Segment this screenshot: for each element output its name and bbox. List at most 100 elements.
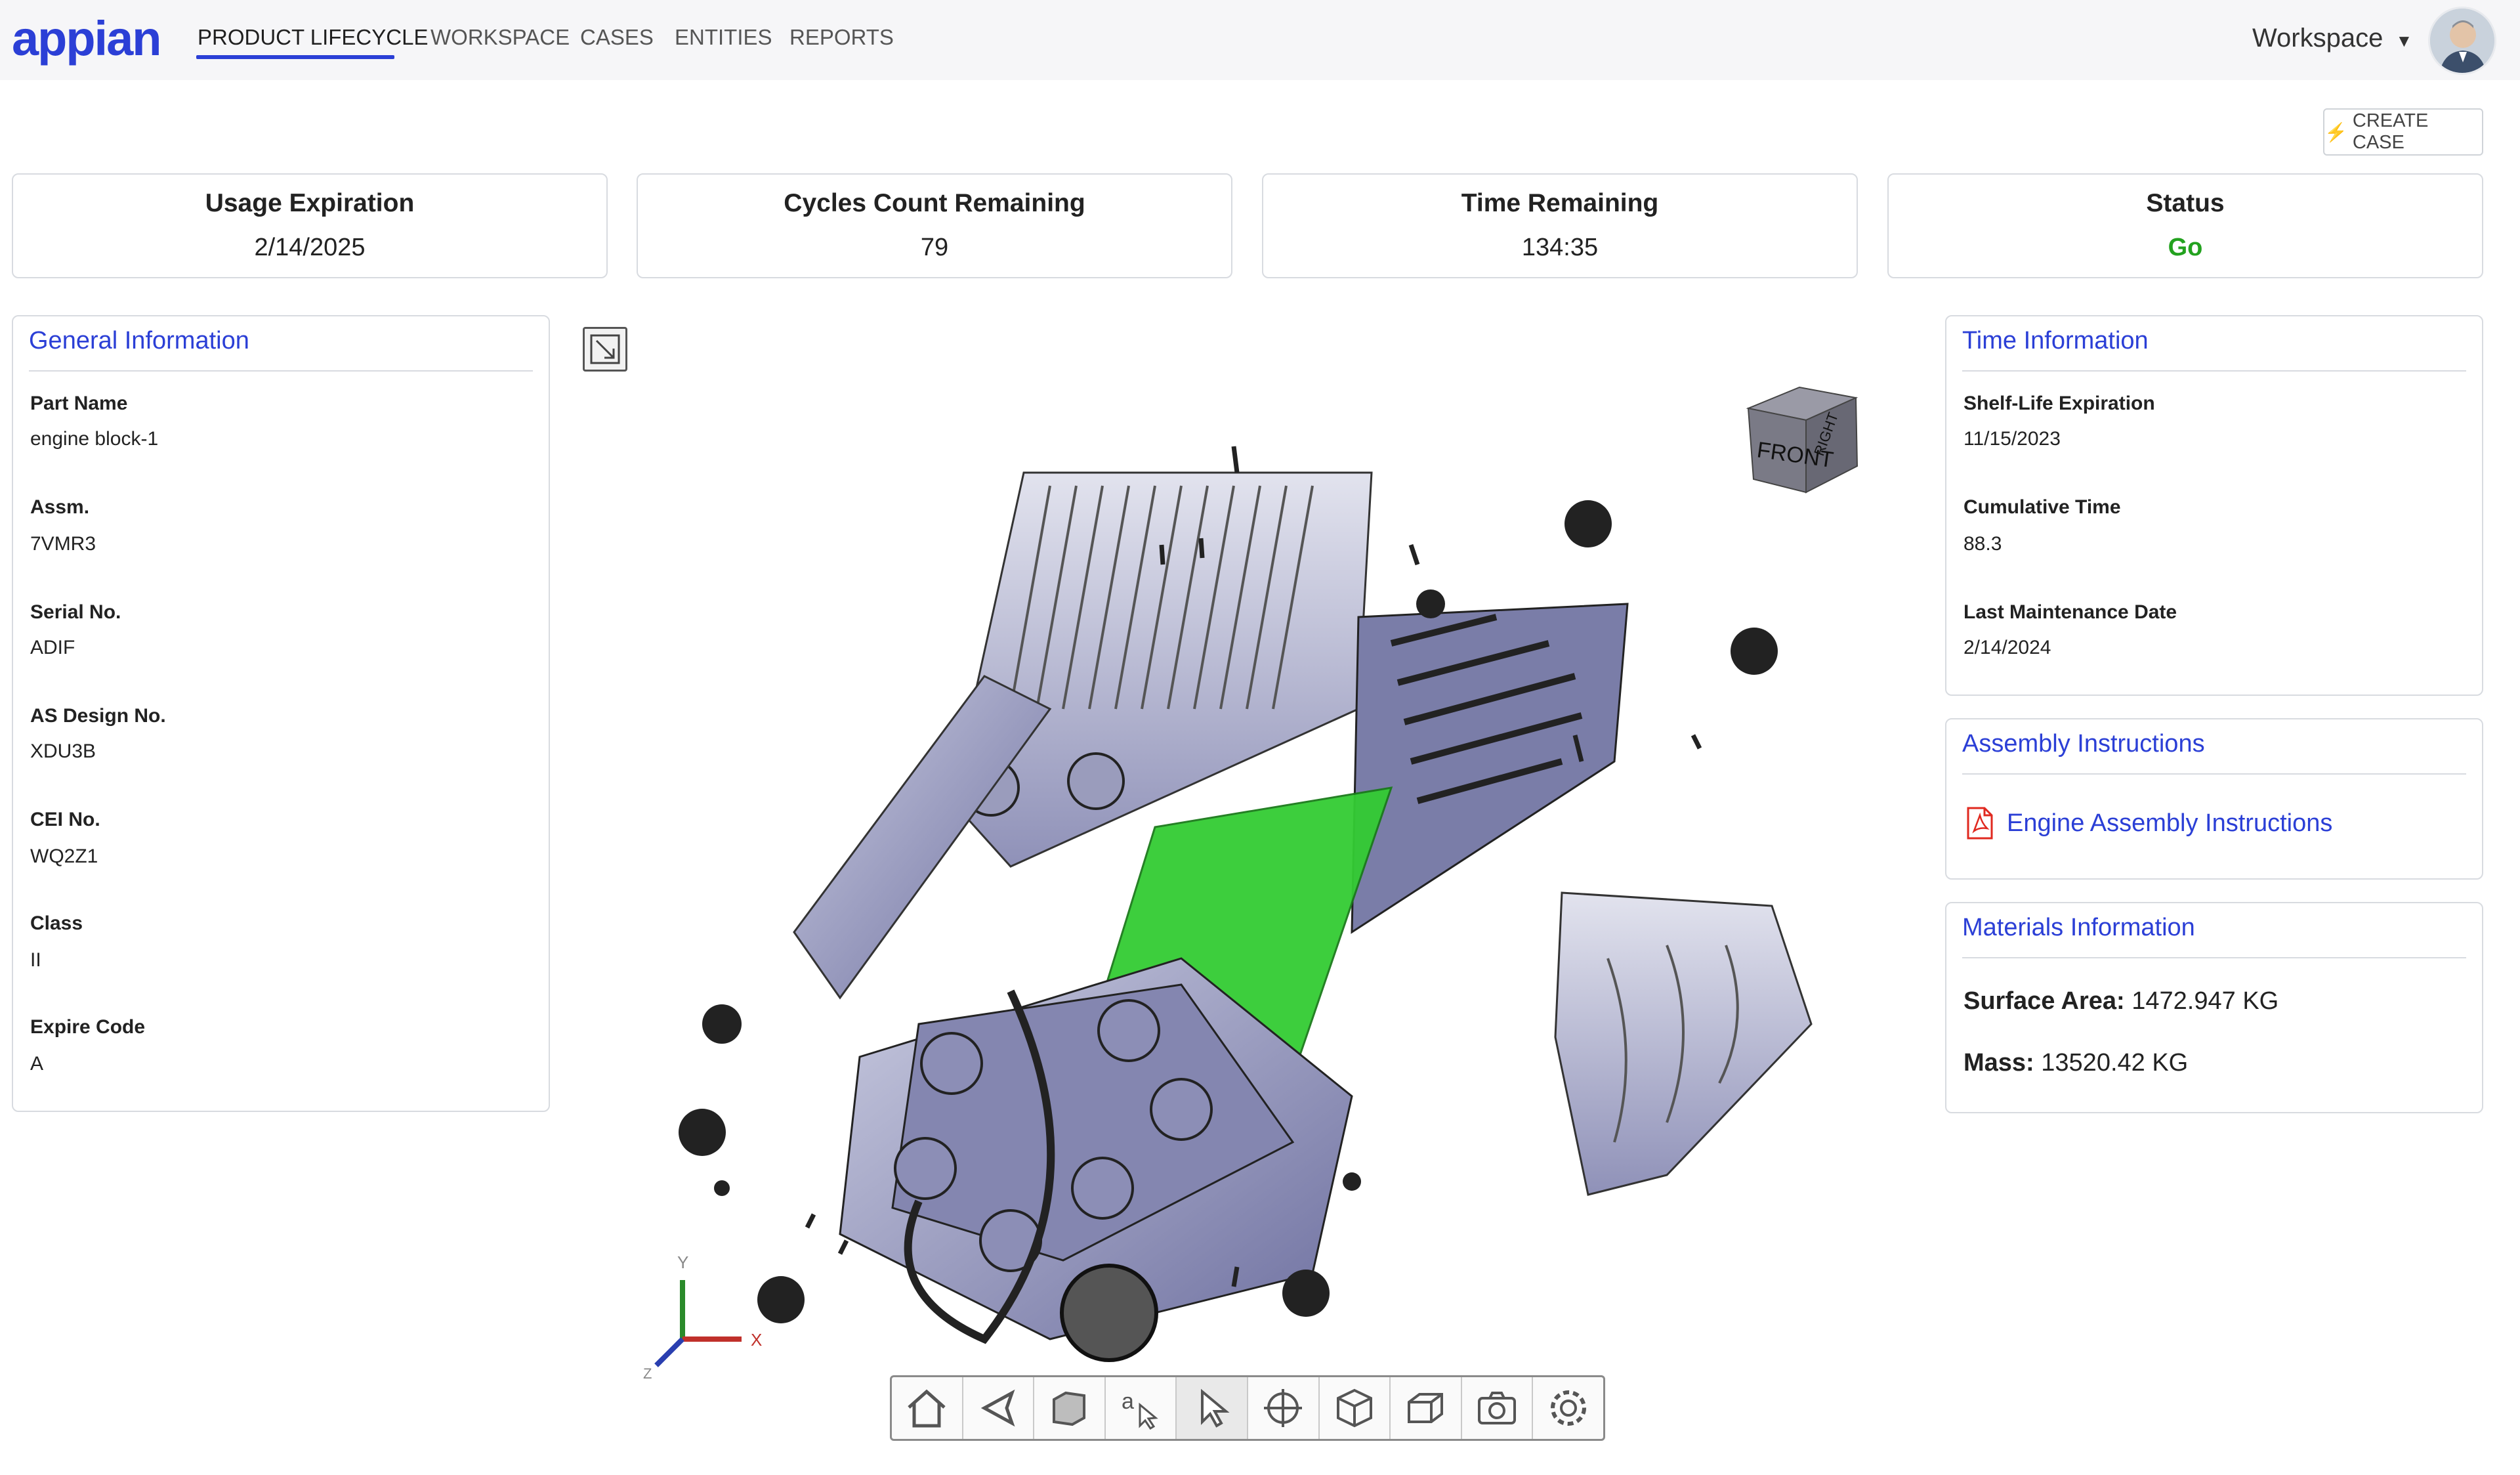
viewer-toolbar: a [890,1375,1605,1441]
divider [29,370,533,372]
explode-tool-button[interactable] [1320,1377,1391,1439]
assembly-instructions-panel: Assembly Instructions Engine Assembly In… [1945,718,2483,880]
back-icon [980,1389,1015,1427]
field-label: Serial No. [30,601,121,623]
fit-view-button[interactable] [583,327,627,372]
explode-icon [1336,1388,1372,1428]
appian-logo[interactable]: appian [12,11,161,66]
kpi-usage-expiration: Usage Expiration 2/14/2025 [12,173,608,278]
materials-information-panel: Materials Information Surface Area: 1472… [1945,902,2483,1113]
active-tab-indicator [196,55,394,59]
camera-icon [1478,1392,1517,1424]
box-view-button[interactable] [1034,1377,1106,1439]
previous-view-button[interactable] [963,1377,1035,1439]
field-value: II [30,949,41,971]
viewer-settings-button[interactable] [1533,1377,1603,1439]
surface-area-label: Surface Area: [1964,987,2125,1015]
tab-workspace[interactable]: WORKSPACE [430,25,570,50]
kpi-title: Time Remaining [1461,189,1659,217]
avatar[interactable] [2428,7,2496,75]
snapshot-button[interactable] [1462,1377,1534,1439]
divider [1962,370,2466,372]
field-value: ADIF [30,637,75,658]
field-label: Shelf-Life Expiration [1964,393,2155,414]
kpi-time-remaining: Time Remaining 134:35 [1262,173,1858,278]
panel-title: Materials Information [1962,914,2195,941]
home-icon [908,1389,946,1428]
field-label: Last Maintenance Date [1964,601,2177,623]
status-badge: Go [2168,234,2203,261]
panel-title: Time Information [1962,327,2149,354]
settings-icon [1550,1390,1586,1426]
tab-cases[interactable]: CASES [580,25,654,50]
kpi-title: Status [2146,189,2225,217]
tab-product-lifecycle[interactable]: PRODUCT LIFECYCLE [198,25,428,50]
field-label: Part Name [30,393,128,414]
axis-x-label: X [751,1330,762,1350]
mass-label: Mass: [1964,1049,2034,1077]
field-value: 7VMR3 [30,533,96,555]
kpi-value: 134:35 [1521,234,1599,261]
mass-value: 13520.42 KG [2041,1049,2189,1077]
annotate-button[interactable]: a [1106,1377,1177,1439]
kpi-cycles-count: Cycles Count Remaining 79 [637,173,1232,278]
field-label: Assm. [30,496,90,518]
box-icon [1053,1391,1086,1426]
kpi-title: Cycles Count Remaining [784,189,1085,217]
surface-area-row: Surface Area: 1472.947 KG [1964,987,2278,1015]
select-tool-button[interactable] [1177,1377,1248,1439]
kpi-status: Status Go [1887,173,2483,278]
surface-area-value: 1472.947 KG [2132,987,2279,1015]
svg-text:a: a [1122,1389,1134,1414]
mass-row: Mass: 13520.42 KG [1964,1049,2188,1077]
intake-manifold-part [1351,603,1629,934]
engine-assembly-instructions-link[interactable]: Engine Assembly Instructions [2007,809,2332,838]
select-icon [1200,1388,1230,1428]
axis-y-label: Y [677,1252,688,1272]
field-value: A [30,1053,44,1075]
field-label: Expire Code [30,1016,146,1038]
section-icon [1408,1393,1444,1423]
general-information-panel: General Information Part Name engine blo… [12,315,550,1112]
field-value: WQ2Z1 [30,845,98,867]
field-value: 88.3 [1964,533,2002,555]
caret-down-icon: ▼ [2395,31,2413,51]
field-value: 11/15/2023 [1964,428,2061,450]
divider [1962,773,2466,775]
field-label: AS Design No. [30,705,166,727]
view-cube[interactable]: FRONT RIGHT [1739,374,1870,505]
bolt-icon: ⚡ [2324,121,2347,142]
field-label: Cumulative Time [1964,496,2121,518]
kpi-value: 2/14/2025 [254,234,366,261]
create-case-label: CREATE CASE [2352,110,2429,153]
orbit-tool-button[interactable] [1248,1377,1320,1439]
field-label: CEI No. [30,809,100,830]
field-value: engine block-1 [30,428,159,450]
time-information-panel: Time Information Shelf-Life Expiration 1… [1945,315,2483,696]
user-avatar-icon [2430,9,2494,73]
tab-reports[interactable]: REPORTS [789,25,894,50]
engine-model-canvas[interactable]: Y X Z [643,368,1890,1392]
fit-view-icon [590,334,620,364]
panel-title: General Information [29,327,249,354]
home-view-button[interactable] [892,1377,963,1439]
axis-z-label: Z [643,1365,652,1382]
harmonic-balancer-part [1060,1264,1158,1362]
orbit-icon [1264,1389,1303,1427]
divider [1962,957,2466,958]
pdf-icon [1967,807,1993,840]
section-tool-button[interactable] [1391,1377,1462,1439]
kpi-title: Usage Expiration [205,189,415,217]
field-label: Class [30,912,83,934]
assembly-link-row[interactable]: Engine Assembly Instructions [1966,806,2332,840]
tab-entities[interactable]: ENTITIES [675,25,772,50]
axis-triad: Y X Z [643,1252,762,1382]
field-value: 2/14/2024 [1964,637,2051,658]
workspace-menu[interactable]: Workspace ▼ [2252,24,2412,53]
create-case-button[interactable]: ⚡ CREATE CASE [2323,108,2483,156]
workspace-menu-label: Workspace [2252,24,2384,53]
annotate-icon: a [1122,1389,1158,1430]
kpi-value: 79 [920,234,949,261]
panel-title: Assembly Instructions [1962,730,2205,758]
field-value: XDU3B [30,740,96,762]
